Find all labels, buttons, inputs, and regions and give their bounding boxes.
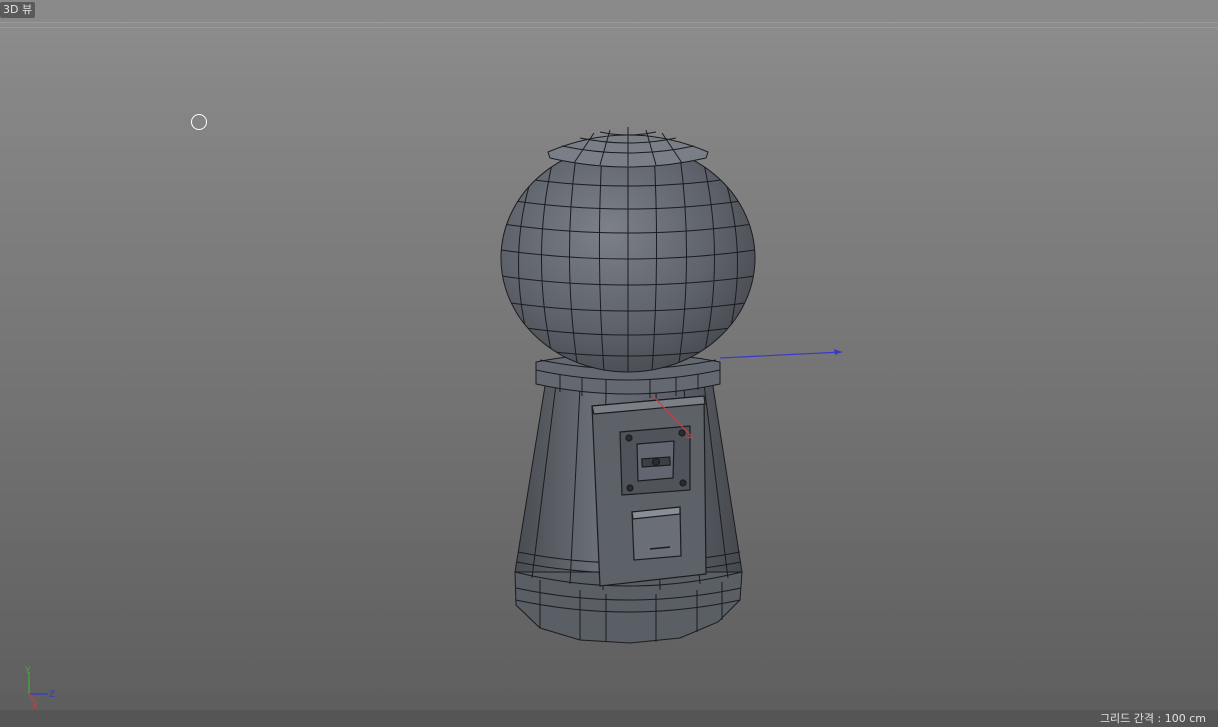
status-bar: 그리드 간격 : 100 cm (0, 710, 1218, 727)
gizmo-x-label: X (32, 702, 38, 710)
gizmo-z-label: Z (49, 690, 55, 700)
machine-lid (547, 127, 709, 168)
coin-panel (591, 395, 707, 587)
grid-spacing-label: 그리드 간격 : 100 cm (1099, 712, 1206, 725)
machine-globe (500, 143, 756, 373)
circle-cursor-icon (191, 114, 207, 130)
3d-viewport[interactable]: 3D 뷰 Y Z X 그리드 간격: 100 cm (0, 0, 1218, 727)
gumball-machine-model[interactable] (0, 0, 1218, 727)
axis-orientation-gizmo: Y Z X (24, 666, 55, 710)
gizmo-y-label: Y (24, 666, 31, 676)
